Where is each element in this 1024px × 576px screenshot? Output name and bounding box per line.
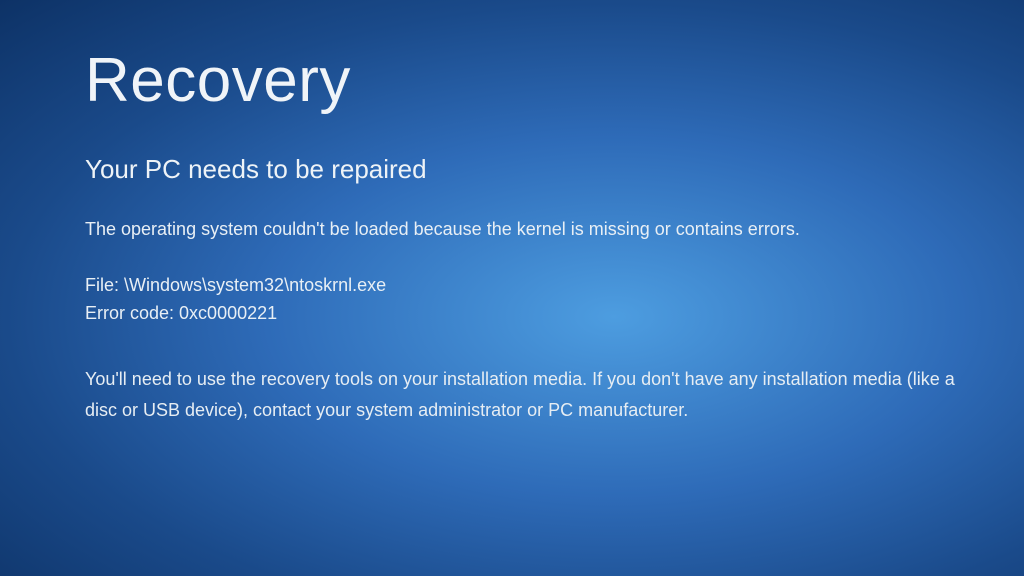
recovery-screen: Recovery Your PC needs to be repaired Th… <box>0 0 1024 425</box>
error-code-value: 0xc0000221 <box>179 303 277 323</box>
error-code-line: Error code: 0xc0000221 <box>85 300 964 328</box>
status-message: Your PC needs to be repaired <box>85 154 964 185</box>
error-code-label: Error code: <box>85 303 179 323</box>
error-details: File: \Windows\system32\ntoskrnl.exe Err… <box>85 272 964 328</box>
file-line: File: \Windows\system32\ntoskrnl.exe <box>85 272 964 300</box>
recovery-instructions: You'll need to use the recovery tools on… <box>85 364 964 425</box>
file-path: \Windows\system32\ntoskrnl.exe <box>124 275 386 295</box>
page-title: Recovery <box>85 45 964 116</box>
error-description: The operating system couldn't be loaded … <box>85 217 964 242</box>
file-label: File: <box>85 275 124 295</box>
